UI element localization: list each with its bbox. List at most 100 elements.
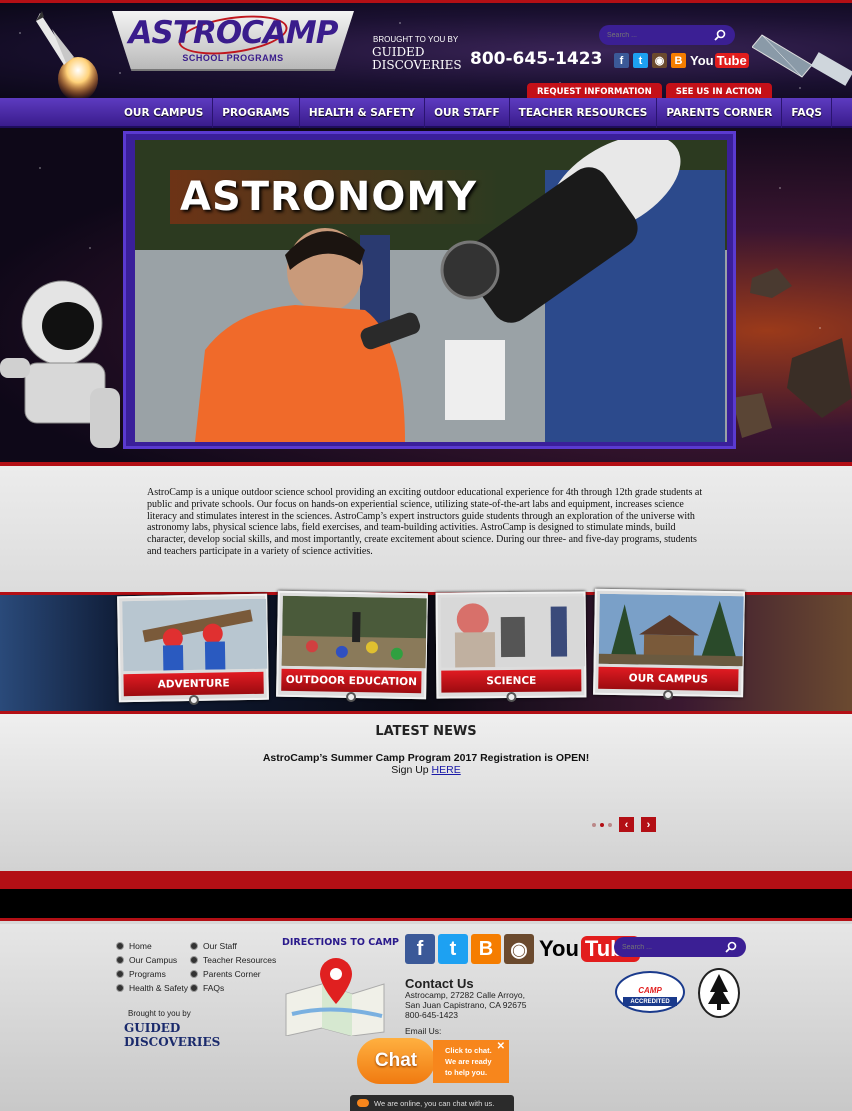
directions-heading[interactable]: DIRECTIONS TO CAMP bbox=[282, 937, 399, 948]
feature-band: ADVENTURE OUTDOOR EDUCATION SCIENCE OUR … bbox=[0, 588, 852, 714]
main-navigation: OUR CAMPUS PROGRAMS HEALTH & SAFETY OUR … bbox=[0, 98, 852, 128]
chat-popup[interactable]: Click to chat. We are ready to help you.… bbox=[433, 1040, 509, 1083]
header-social-links: f t ◉ B You Tube bbox=[614, 53, 749, 68]
contact-address: Astrocamp, 27282 Calle Arroyo, San Juan … bbox=[405, 990, 526, 1020]
search-icon[interactable] bbox=[725, 941, 737, 953]
blogger-icon[interactable]: B bbox=[471, 934, 501, 964]
search-icon[interactable] bbox=[714, 29, 726, 41]
chat-popup-line3: to help you. bbox=[445, 1068, 488, 1077]
blogger-icon[interactable]: B bbox=[671, 53, 686, 68]
feature-card-outdoor-education[interactable]: OUTDOOR EDUCATION bbox=[276, 590, 428, 703]
campus-photo bbox=[598, 593, 744, 667]
instagram-icon[interactable]: ◉ bbox=[504, 934, 534, 964]
site-header: ASTROCAMP SCHOOL PROGRAMS BROUGHT TO YOU… bbox=[0, 0, 852, 98]
nav-programs[interactable]: PROGRAMS bbox=[213, 98, 300, 128]
news-carousel-controls: ‹ › bbox=[592, 817, 656, 832]
adventure-photo bbox=[122, 598, 268, 672]
footer-link-our-campus[interactable]: Our Campus bbox=[116, 953, 188, 967]
science-photo bbox=[440, 596, 586, 668]
feature-card-our-campus[interactable]: OUR CAMPUS bbox=[593, 588, 745, 701]
site-footer: Home Our Campus Programs Health & Safety… bbox=[0, 924, 852, 1111]
news-signup-text: Sign Up bbox=[391, 764, 429, 776]
astronomy-photo: ASTRONOMY bbox=[135, 140, 727, 442]
card-label-adventure: ADVENTURE bbox=[123, 671, 264, 697]
feature-card-science[interactable]: SCIENCE bbox=[435, 591, 587, 703]
footer-guided-discoveries-logo[interactable]: GUIDED DISCOVERIES bbox=[124, 1021, 220, 1049]
intro-section: AstroCamp is a unique outdoor science sc… bbox=[0, 466, 852, 592]
footer-link-faqs[interactable]: FAQs bbox=[190, 981, 276, 995]
feature-card-adventure[interactable]: ADVENTURE bbox=[117, 593, 269, 706]
email-label: Email Us: bbox=[405, 1026, 442, 1036]
footer-social-links: f t B ◉ You Tube bbox=[405, 934, 640, 964]
card-indicator bbox=[346, 691, 357, 703]
chat-popup-line2: We are ready bbox=[445, 1057, 492, 1066]
close-icon[interactable]: ✕ bbox=[497, 1041, 505, 1052]
card-indicator bbox=[188, 694, 199, 706]
news-heading: LATEST NEWS bbox=[375, 724, 477, 739]
search-input[interactable] bbox=[607, 28, 707, 42]
chat-popup-line1: Click to chat. bbox=[445, 1046, 492, 1055]
chat-bubble-icon bbox=[357, 1099, 369, 1107]
intro-paragraph: AstroCamp is a unique outdoor science sc… bbox=[147, 487, 703, 557]
carousel-dot[interactable] bbox=[608, 822, 612, 827]
nav-our-campus[interactable]: OUR CAMPUS bbox=[115, 98, 214, 128]
hero-title-banner: ASTRONOMY bbox=[170, 170, 500, 224]
map-pin-icon[interactable] bbox=[282, 954, 388, 1036]
footer-link-programs[interactable]: Programs bbox=[116, 967, 188, 981]
nav-our-staff[interactable]: OUR STAFF bbox=[425, 98, 510, 128]
chat-button[interactable]: Chat bbox=[357, 1038, 435, 1084]
footer-search-input[interactable] bbox=[622, 940, 718, 954]
youtube-icon[interactable]: You Tube bbox=[690, 53, 749, 68]
chat-online-bar[interactable]: We are online, you can chat with us. bbox=[350, 1095, 514, 1111]
footer-link-health-safety[interactable]: Health & Safety bbox=[116, 981, 188, 995]
footer-link-home[interactable]: Home bbox=[116, 939, 188, 953]
accredited-camp-logo: CAMP ACCREDITED bbox=[615, 971, 685, 1013]
astrocamp-logo[interactable]: ASTROCAMP SCHOOL PROGRAMS bbox=[112, 11, 354, 71]
carousel-dot-active[interactable] bbox=[600, 822, 604, 827]
instagram-icon[interactable]: ◉ bbox=[652, 53, 667, 68]
logo-subtitle: SCHOOL PROGRAMS bbox=[182, 53, 284, 63]
footer-links-col1: Home Our Campus Programs Health & Safety bbox=[116, 939, 188, 995]
outdoor-education-photo bbox=[281, 595, 427, 669]
asteroids-illustration bbox=[732, 268, 852, 438]
contact-heading: Contact Us bbox=[405, 976, 474, 991]
footer-links-col2: Our Staff Teacher Resources Parents Corn… bbox=[190, 939, 276, 995]
address-line2: San Juan Capistrano, CA 92675 bbox=[405, 1000, 527, 1010]
nav-health-safety[interactable]: HEALTH & SAFETY bbox=[300, 98, 426, 128]
twitter-icon[interactable]: t bbox=[438, 934, 468, 964]
footer-red-bar bbox=[0, 871, 852, 889]
carousel-prev-button[interactable]: ‹ bbox=[619, 817, 634, 832]
facebook-icon[interactable]: f bbox=[614, 53, 629, 68]
news-signup-link[interactable]: HERE bbox=[432, 764, 461, 776]
nav-parents-corner[interactable]: PARENTS CORNER bbox=[657, 98, 783, 128]
card-label-our-campus: OUR CAMPUS bbox=[598, 666, 739, 692]
phone-number: 800-645-1423 bbox=[470, 49, 603, 69]
hero-title: ASTRONOMY bbox=[180, 174, 478, 220]
tree-icon bbox=[708, 974, 730, 1010]
header-action-tabs: REQUEST INFORMATION SEE US IN ACTION bbox=[527, 83, 772, 98]
space-shuttle-illustration bbox=[36, 11, 98, 98]
news-signup-line: Sign Up HERE bbox=[0, 764, 852, 776]
facebook-icon[interactable]: f bbox=[405, 934, 435, 964]
guided-discoveries-logo[interactable]: GUIDED DISCOVERIES bbox=[372, 46, 462, 74]
carousel-next-button[interactable]: › bbox=[641, 817, 656, 832]
nav-faqs[interactable]: FAQS bbox=[782, 98, 832, 128]
footer-link-parents-corner[interactable]: Parents Corner bbox=[190, 967, 276, 981]
twitter-icon[interactable]: t bbox=[633, 53, 648, 68]
brought-to-you-label: BROUGHT TO YOU BY bbox=[373, 35, 459, 44]
chat-online-text: We are online, you can chat with us. bbox=[374, 1098, 495, 1108]
accredited-badge: ACCREDITED bbox=[623, 997, 677, 1006]
card-indicator bbox=[663, 689, 674, 701]
card-indicator bbox=[506, 691, 517, 703]
see-us-in-action-button[interactable]: SEE US IN ACTION bbox=[665, 83, 772, 98]
address-line1: Astrocamp, 27282 Calle Arroyo, bbox=[405, 990, 526, 1000]
nav-teacher-resources[interactable]: TEACHER RESOURCES bbox=[510, 98, 658, 128]
carousel-dot[interactable] bbox=[592, 822, 596, 827]
footer-link-our-staff[interactable]: Our Staff bbox=[190, 939, 276, 953]
request-information-button[interactable]: REQUEST INFORMATION bbox=[527, 83, 662, 98]
news-headline: AstroCamp’s Summer Camp Program 2017 Reg… bbox=[262, 752, 590, 764]
accredited-logo-text: CAMP bbox=[638, 986, 662, 995]
footer-link-teacher-resources[interactable]: Teacher Resources bbox=[190, 953, 276, 967]
camp-association-seal bbox=[698, 968, 740, 1018]
footer-search bbox=[614, 937, 746, 957]
